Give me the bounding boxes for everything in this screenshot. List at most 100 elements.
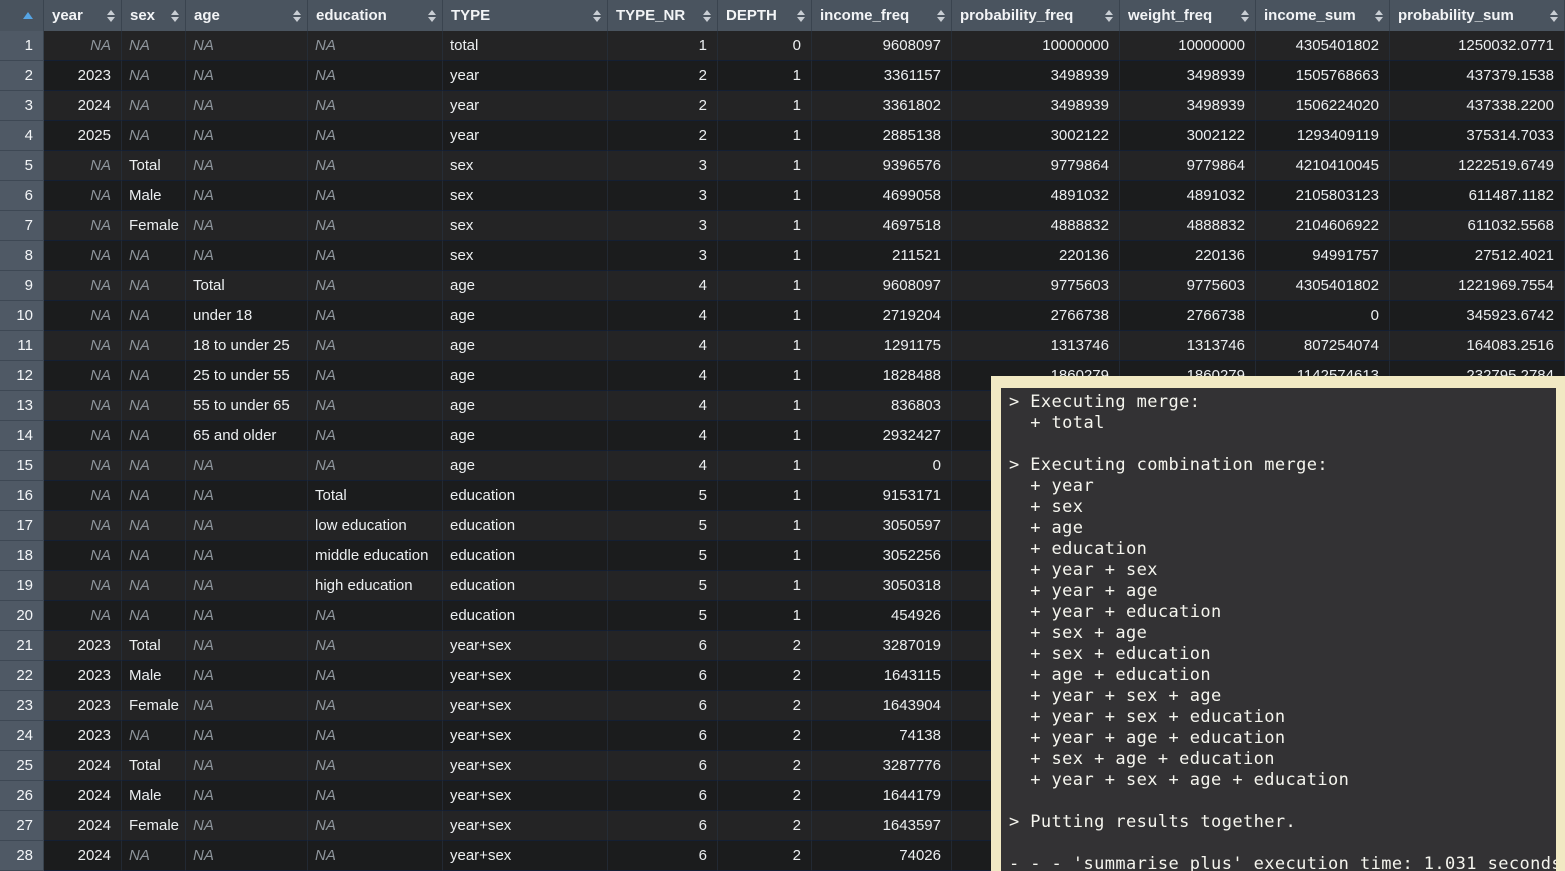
cell-age: NA [186,781,308,811]
cell-TYPE_NR: 4 [608,361,718,391]
row-number: 2 [0,61,44,91]
cell-income_freq: 3287019 [812,631,952,661]
cell-sex: NA [122,511,186,541]
cell-TYPE_NR: 4 [608,451,718,481]
column-header-income_freq[interactable]: income_freq [812,0,952,31]
cell-sex: NA [122,31,186,61]
column-header-probability_sum[interactable]: probability_sum [1390,0,1565,31]
sort-icon[interactable] [428,10,436,22]
sort-icon[interactable] [593,10,601,22]
cell-education: middle education [308,541,443,571]
sort-icon[interactable] [797,10,805,22]
sort-icon[interactable] [107,10,115,22]
console-line: + year + education [1009,602,1556,623]
cell-DEPTH: 1 [718,571,812,601]
cell-income_freq: 1643115 [812,661,952,691]
column-header-age[interactable]: age [186,0,308,31]
sort-icon[interactable] [1550,10,1558,22]
cell-age: 18 to under 25 [186,331,308,361]
column-header-weight_freq[interactable]: weight_freq [1120,0,1256,31]
row-number: 25 [0,751,44,781]
cell-TYPE: year [443,91,608,121]
cell-education: NA [308,751,443,781]
column-header-year[interactable]: year [44,0,122,31]
cell-year: 2024 [44,811,122,841]
column-header-sex[interactable]: sex [122,0,186,31]
row-number: 10 [0,301,44,331]
cell-year: NA [44,361,122,391]
cell-TYPE_NR: 3 [608,241,718,271]
table-row: 10NANAunder 18NAage412719204276673827667… [0,301,1565,331]
console-line: + education [1009,539,1556,560]
console-line: + year + sex + age + education [1009,770,1556,791]
column-header-label: age [194,7,220,24]
sort-icon[interactable] [1105,10,1113,22]
cell-age: NA [186,841,308,871]
cell-year: NA [44,481,122,511]
sort-icon[interactable] [1241,10,1249,22]
cell-DEPTH: 2 [718,661,812,691]
sort-icon[interactable] [703,10,711,22]
cell-TYPE_NR: 1 [608,31,718,61]
column-header-DEPTH[interactable]: DEPTH [718,0,812,31]
column-header-rownumber[interactable] [0,0,44,31]
cell-DEPTH: 2 [718,751,812,781]
cell-age: NA [186,511,308,541]
cell-TYPE_NR: 6 [608,841,718,871]
sort-icon[interactable] [293,10,301,22]
cell-probability_freq: 4891032 [952,181,1120,211]
row-number: 14 [0,421,44,451]
cell-TYPE: education [443,541,608,571]
row-number: 21 [0,631,44,661]
cell-age: NA [186,61,308,91]
cell-DEPTH: 1 [718,601,812,631]
sort-icon[interactable] [937,10,945,22]
cell-DEPTH: 1 [718,121,812,151]
console-line: + sex + age [1009,623,1556,644]
cell-year: NA [44,271,122,301]
cell-income_freq: 9153171 [812,481,952,511]
column-header-label: education [316,7,387,24]
cell-TYPE: education [443,601,608,631]
console-line: > Putting results together. [1009,812,1556,833]
cell-DEPTH: 2 [718,631,812,661]
cell-year: 2024 [44,751,122,781]
cell-probability_sum: 164083.2516 [1390,331,1565,361]
console-line: + year [1009,476,1556,497]
cell-year: 2023 [44,721,122,751]
column-header-TYPE_NR[interactable]: TYPE_NR [608,0,718,31]
cell-year: 2024 [44,841,122,871]
row-number: 9 [0,271,44,301]
cell-DEPTH: 2 [718,721,812,751]
column-header-probability_freq[interactable]: probability_freq [952,0,1120,31]
cell-weight_freq: 10000000 [1120,31,1256,61]
cell-TYPE_NR: 2 [608,121,718,151]
sort-icon[interactable] [171,10,179,22]
cell-TYPE_NR: 5 [608,571,718,601]
column-header-label: income_freq [820,7,909,24]
row-number: 3 [0,91,44,121]
column-header-income_sum[interactable]: income_sum [1256,0,1390,31]
cell-TYPE: year+sex [443,631,608,661]
cell-income_freq: 1643904 [812,691,952,721]
row-number: 27 [0,811,44,841]
column-header-TYPE[interactable]: TYPE [443,0,608,31]
column-header-label: probability_sum [1398,7,1514,24]
cell-DEPTH: 1 [718,331,812,361]
column-header-education[interactable]: education [308,0,443,31]
cell-sex: NA [122,361,186,391]
row-number: 4 [0,121,44,151]
cell-income_sum: 94991757 [1256,241,1390,271]
cell-education: NA [308,451,443,481]
cell-TYPE_NR: 6 [608,691,718,721]
cell-probability_freq: 220136 [952,241,1120,271]
cell-income_freq: 1828488 [812,361,952,391]
cell-DEPTH: 1 [718,361,812,391]
cell-TYPE: year [443,61,608,91]
cell-probability_freq: 9775603 [952,271,1120,301]
cell-sex: NA [122,91,186,121]
cell-weight_freq: 220136 [1120,241,1256,271]
sort-icon[interactable] [1375,10,1383,22]
cell-DEPTH: 1 [718,61,812,91]
table-row: 8NANANANAsex3121152122013622013694991757… [0,241,1565,271]
